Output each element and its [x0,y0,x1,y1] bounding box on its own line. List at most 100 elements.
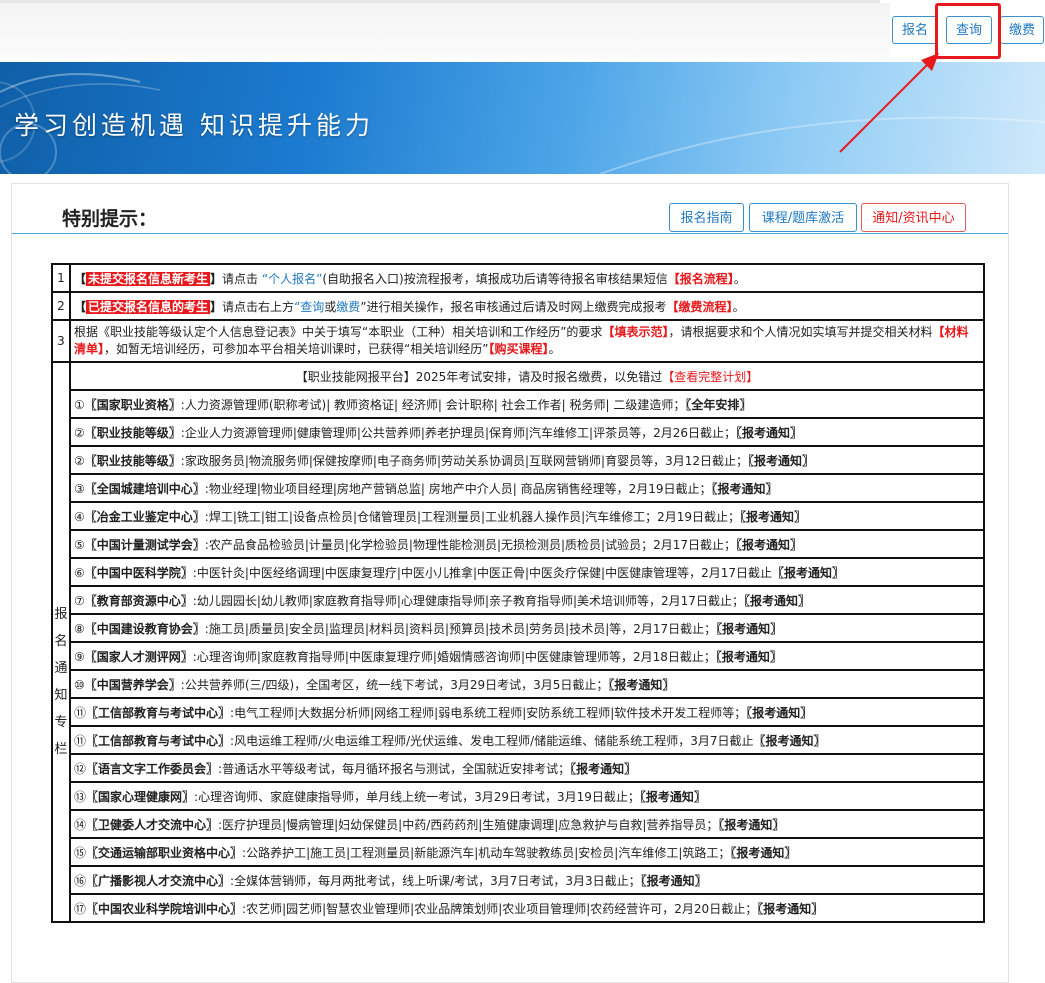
schedule-row-content: ⑦〖教育部资源中心〗:幼儿园园长|幼儿教师|家庭教育指导师|心理健康指导师|亲子… [69,585,985,615]
schedule-index: ⑤ [74,537,85,552]
schedule-row: ⑭〖卫健委人才交流中心〗:医疗护理员|慢病管理|妇幼保健员|中药/西药药剂|生殖… [52,809,985,839]
schedule-row: ⑮〖交通运输部职业资格中心〗:公路养护工|施工员|工程测量员|新能源汽车|机动车… [52,837,985,867]
schedule-org: 〖工信部教育与考试中心〗 [86,733,231,748]
schedule-row: ④〖冶金工业鉴定中心〗:焊工|铣工|钳工|设备点检员|仓储管理员|工程测量员|工… [52,501,985,531]
schedule-row: ②〖职业技能等级〗:企业人力资源管理师|健康管理师|公共营养师|养老护理员|保育… [52,417,985,447]
registration-flow-link[interactable]: 【报名流程】 [668,272,734,286]
notice-row-3: 3 根据《职业技能等级认定个人信息登记表》中关于填写“本职业（工种）相关培训和工… [51,319,985,363]
bracket-close: 】 [210,299,223,314]
personal-registration-link[interactable]: “个人报名” [262,272,322,286]
schedule-header-text: 【职业技能网报平台】2025年考试安排，请及时报名缴费，以免错过 [295,369,663,384]
schedule-notice-link[interactable]: 〖报考通知〗 [740,510,806,524]
schedule-description: :企业人力资源管理师|健康管理师|公共营养师|养老护理员|保育师|汽车维修工|评… [180,425,736,440]
row-number: 1 [51,263,71,293]
schedule-notice-link[interactable]: 〖报考通知〗 [772,566,844,580]
register-button[interactable]: 报名 [892,16,938,44]
schedule-notice-link[interactable]: 〖报考通知〗 [746,706,812,720]
schedule-index: ⑰ [74,901,87,916]
schedule-notice-link[interactable]: 〖报考通知〗 [757,902,823,916]
schedule-index: ⑩ [74,677,85,692]
pay-button[interactable]: 缴费 [1000,16,1044,44]
schedule-index: ⑬ [74,789,87,804]
schedule-index: ② [74,453,85,468]
schedule-notice-link[interactable]: 〖报考通知〗 [736,426,802,440]
schedule-index: ⑫ [74,761,87,776]
notice-table: 1 【未提交报名信息新考生 】请点击 “个人报名”(自助报名入口)按流程报考，填报… [51,263,985,923]
schedule-index: ⑭ [74,817,87,832]
schedule-description: :焊工|铣工|钳工|设备点检员|仓储管理员|工程测量员|工业机器人操作员|汽车维… [204,509,741,524]
schedule-header-row: 报名通知专栏 【职业技能网报平台】2025年考试安排，请及时报名缴费，以免错过【… [51,361,985,923]
schedule-row-content: ②〖职业技能等级〗:家政服务员|物流服务师|保健按摩师|电子商务师|劳动关系协调… [69,445,985,475]
notice-row-1: 1 【未提交报名信息新考生 】请点击 “个人报名”(自助报名入口)按流程报考，填报… [51,263,985,293]
schedule-org: 〖国家心理健康网〗 [86,789,195,804]
schedule-notice-link[interactable]: 〖报考通知〗 [641,874,707,888]
schedule-org: 〖冶金工业鉴定中心〗 [84,509,205,524]
row-text: 或 [324,299,337,314]
schedule-notice-link[interactable]: 〖报考通知〗 [748,454,814,468]
schedule-description: :人力资源管理师(职称考试)| 教师资格证| 经济师| 会计职称| 社会工作者|… [180,397,686,412]
schedule-row-content: ⑰〖中国农业科学院培训中心〗:农艺师|园艺师|智慧农业管理师|农业品牌策划师|农… [69,893,985,923]
row-number: 2 [51,291,71,321]
schedule-org: 〖全国城建培训中心〗 [84,481,205,496]
buy-course-link[interactable]: 【购买课程】 [488,342,548,356]
pay-link[interactable]: 缴费 [336,300,360,314]
side-label-char: 通 [54,661,68,676]
payment-flow-link[interactable]: 【缴费流程】 [667,300,733,314]
schedule-index: ⑧ [74,621,85,636]
schedule-row-content: ⑬〖国家心理健康网〗:心理咨询师、家庭健康指导师，单月线上统一考试，3月29日考… [69,781,985,811]
schedule-row: ③〖全国城建培训中心〗:物业经理|物业项目经理|房地产营销总监| 房地产中介人员… [52,473,985,503]
schedule-notice-link[interactable]: 〖报考通知〗 [716,622,782,636]
registration-guide-button[interactable]: 报名指南 [669,203,744,232]
schedule-notice-link[interactable]: 〖报考通知〗 [640,790,706,804]
course-activation-button[interactable]: 课程/题库激活 [749,203,857,232]
banner-slogan: 学习创造机遇 知识提升能力 [14,111,374,140]
schedule-org: 〖职业技能等级〗 [84,425,181,440]
schedule-description: :风电运维工程师/火电运维工程师/光伏运维、发电工程师/储能运维、储能系统工程师… [230,733,754,748]
schedule-org: 〖中国农业科学院培训中心〗 [86,901,243,916]
form-example-link[interactable]: 【填表示范】 [602,325,668,339]
schedule-notice-link[interactable]: 〖报考通知〗 [712,482,778,496]
schedule-org: 〖中国建设教育协会〗 [84,621,205,636]
schedule-notice-link[interactable]: 〖报考通知〗 [730,846,796,860]
schedule-row-content: ④〖冶金工业鉴定中心〗:焊工|铣工|钳工|设备点检员|仓储管理员|工程测量员|工… [69,501,985,531]
schedule-row: ⑪〖工信部教育与考试中心〗:风电运维工程师/火电运维工程师/光伏运维、发电工程师… [52,725,985,755]
schedule-index: ⑦ [74,593,85,608]
schedule-org: 〖国家职业资格〗 [84,397,181,412]
schedule-row: ②〖职业技能等级〗:家政服务员|物流服务师|保健按摩师|电子商务师|劳动关系协调… [52,445,985,475]
submitted-candidate-highlight: 已提交报名信息的考生 [86,299,211,314]
schedule-notice-link[interactable]: 〖报考通知〗 [716,650,782,664]
side-label-char: 名 [54,634,68,649]
notice-panel: 特别提示： 报名指南 课程/题库激活 通知/资讯中心 1 【未提交报名信息新考生… [11,183,1009,983]
schedule-notice-link[interactable]: 〖报考通知〗 [736,538,802,552]
schedule-org: 〖广播影视人才交流中心〗 [86,873,231,888]
row-text: (自助报名入口)按流程报考，填报成功后请等待报名审核结果短信 [322,271,668,286]
side-label-char: 知 [54,688,68,703]
schedule-row: ⑰〖中国农业科学院培训中心〗:农艺师|园艺师|智慧农业管理师|农业品牌策划师|农… [52,893,985,923]
full-plan-link[interactable]: 【查看完整计划】 [662,370,758,384]
schedule-header: 【职业技能网报平台】2025年考试安排，请及时报名缴费，以免错过【查看完整计划】 [69,361,985,391]
top-bar-shade [0,3,890,58]
bracket-open: 【 [74,271,87,286]
schedule-row-content: ②〖职业技能等级〗:企业人力资源管理师|健康管理师|公共营养师|养老护理员|保育… [69,417,985,447]
side-label-char: 栏 [54,742,68,757]
schedule-description: :幼儿园园长|幼儿教师|家庭教育指导师|心理健康指导师|亲子教育指导师|美术培训… [192,593,744,608]
row-text: 请点击 [222,271,259,286]
schedule-notice-link[interactable]: 〖报考通知〗 [744,594,810,608]
schedule-row: ①〖国家职业资格〗:人力资源管理师(职称考试)| 教师资格证| 经济师| 会计职… [52,389,985,419]
row-text: ，请根据要求和个人情况如实填写并提交相关材料 [668,325,933,339]
schedule-description: :农产品食品检验员|计量员|化学检验员|物理性能检测员|无损检测员|质检员|试验… [204,537,736,552]
notice-row-2: 2 【已提交报名信息的考生 】请点击右上方“查询或缴费”进行相关操作，报名审核通过… [51,291,985,321]
notice-row-content: 【未提交报名信息新考生 】请点击 “个人报名”(自助报名入口)按流程报考，填报成功… [69,263,985,293]
schedule-notice-link[interactable]: 〖报考通知〗 [718,818,784,832]
schedule-notice-link[interactable]: 〖报考通知〗 [608,678,674,692]
row-text: ，如暂无培训经历，可参加本平台相关培训课时，已获得“相关培训经历” [104,342,489,356]
schedule-notice-link[interactable]: 〖报考通知〗 [753,734,825,748]
schedule-notice-link[interactable]: 〖全年安排〗 [685,398,751,412]
schedule-org: 〖卫健委人才交流中心〗 [86,817,219,832]
schedule-index: ⑮ [74,845,87,860]
news-center-button[interactable]: 通知/资讯中心 [861,203,966,232]
schedule-row-content: ①〖国家职业资格〗:人力资源管理师(职称考试)| 教师资格证| 经济师| 会计职… [69,389,985,419]
panel-divider [12,233,1008,234]
query-link[interactable]: “查询 [294,300,324,314]
schedule-notice-link[interactable]: 〖报考通知〗 [570,762,636,776]
